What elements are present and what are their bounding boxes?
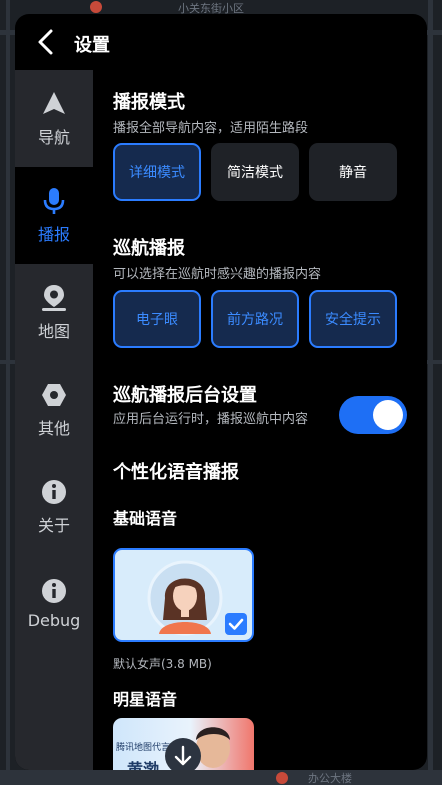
info-icon <box>42 479 66 504</box>
broadcast-mode-title: 播报模式 <box>113 92 185 113</box>
sidebar-item-broadcast[interactable]: 播报 <box>15 167 93 264</box>
mode-mute-button[interactable]: 静音 <box>309 143 397 201</box>
sidebar-item-label: 导航 <box>37 127 70 147</box>
map-poi-icon <box>276 772 288 784</box>
microphone-icon <box>43 187 65 214</box>
cruise-background-toggle[interactable] <box>339 396 407 434</box>
hexagon-dot-icon <box>42 383 66 406</box>
sidebar-item-navigation[interactable]: 导航 <box>15 70 93 167</box>
navigation-arrow-icon <box>43 91 65 114</box>
mode-detailed-button[interactable]: 详细模式 <box>113 143 201 201</box>
page-title: 设置 <box>74 35 110 56</box>
sidebar-item-label: 地图 <box>37 321 70 341</box>
map-road <box>428 0 433 785</box>
toggle-knob <box>373 400 403 430</box>
download-arrow-icon <box>174 745 192 766</box>
star-voice-card[interactable]: 腾讯地图代言 黄渤 <box>113 718 254 770</box>
sidebar: 导航 播报 地图 其他 关于 Debug <box>15 70 93 770</box>
header: 设置 <box>15 14 427 70</box>
sidebar-item-about[interactable]: 关于 <box>15 458 93 555</box>
sidebar-item-other[interactable]: 其他 <box>15 361 93 458</box>
sidebar-item-map[interactable]: 地图 <box>15 264 93 361</box>
info-icon <box>42 579 66 603</box>
selected-check-icon <box>225 613 247 635</box>
map-road <box>0 770 442 785</box>
mode-concise-button[interactable]: 简洁模式 <box>211 143 299 201</box>
map-poi-icon <box>90 1 102 13</box>
cruise-traffic-ahead-button[interactable]: 前方路况 <box>211 290 299 348</box>
cruise-background-desc: 应用后台运行时，播报巡航中内容 <box>113 412 309 427</box>
map-label: 办公大楼 <box>308 772 352 785</box>
broadcast-mode-desc: 播报全部导航内容，适用陌生路段 <box>113 121 309 136</box>
back-button[interactable] <box>33 28 59 56</box>
cruise-speed-camera-button[interactable]: 电子眼 <box>113 290 201 348</box>
sidebar-item-label: Debug <box>27 611 81 630</box>
cruise-title: 巡航播报 <box>113 238 185 259</box>
cruise-safety-tip-button[interactable]: 安全提示 <box>309 290 397 348</box>
sidebar-item-label: 其他 <box>37 418 70 438</box>
chevron-left-icon <box>38 29 53 55</box>
star-card-name: 黄渤 <box>127 760 160 770</box>
settings-content: 播报模式 播报全部导航内容，适用陌生路段 详细模式 简洁模式 静音 巡航播报 可… <box>113 70 413 770</box>
settings-panel: 设置 导航 播报 地图 其他 关于 Debug 播报模式 播报全部导航内容，适用… <box>15 14 427 770</box>
map-road <box>6 0 10 785</box>
sidebar-item-label: 播报 <box>37 224 70 244</box>
cruise-background-title: 巡航播报后台设置 <box>113 385 257 406</box>
basic-voice-title: 基础语音 <box>113 509 178 528</box>
star-card-tagline: 腾讯地图代言 <box>116 743 171 753</box>
sidebar-item-debug[interactable]: Debug <box>15 555 93 652</box>
sidebar-item-label: 关于 <box>37 515 70 535</box>
star-voice-title: 明星语音 <box>113 690 178 709</box>
map-pin-icon <box>42 284 66 311</box>
cruise-desc: 可以选择在巡航时感兴趣的播报内容 <box>113 267 322 282</box>
default-voice-caption: 默认女声(3.8 MB) <box>113 657 212 671</box>
download-button[interactable] <box>165 738 201 770</box>
voice-section-title: 个性化语音播报 <box>113 462 239 483</box>
default-female-voice-card[interactable] <box>113 548 254 642</box>
